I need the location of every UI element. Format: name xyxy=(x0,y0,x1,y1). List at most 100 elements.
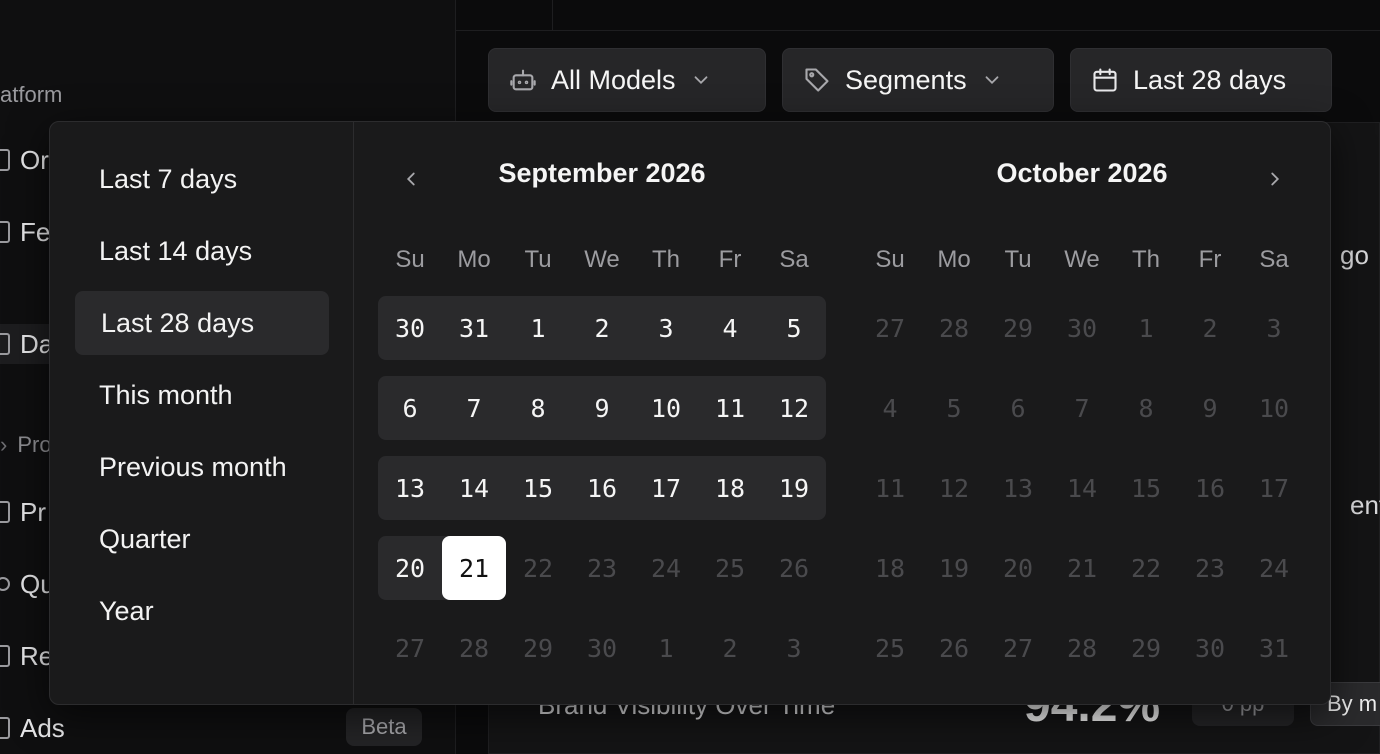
calendar-day[interactable]: 30 xyxy=(378,296,442,360)
calendar-day[interactable]: 19 xyxy=(762,456,826,520)
weekday-label: Th xyxy=(1131,246,1160,273)
calendar-day[interactable]: 28 xyxy=(1050,616,1114,680)
calendar-day[interactable]: 16 xyxy=(1178,456,1242,520)
calendar-day[interactable]: 1 xyxy=(506,296,570,360)
calendar-day[interactable]: 27 xyxy=(858,296,922,360)
calendar-day[interactable]: 5 xyxy=(922,376,986,440)
calendar-day[interactable]: 14 xyxy=(1050,456,1114,520)
sidebar-item-feed[interactable]: Fe xyxy=(0,212,50,252)
next-month-button[interactable] xyxy=(1260,164,1290,194)
calendar-day[interactable]: 12 xyxy=(922,456,986,520)
calendar-day[interactable]: 28 xyxy=(442,616,506,680)
calendar-day[interactable]: 5 xyxy=(762,296,826,360)
preset-year[interactable]: Year xyxy=(75,579,329,643)
calendar-day[interactable]: 31 xyxy=(1242,616,1306,680)
calendar-day[interactable]: 25 xyxy=(858,616,922,680)
calendar-day[interactable]: 7 xyxy=(442,376,506,440)
chevron-right-icon xyxy=(1271,172,1280,186)
calendar-day[interactable]: 22 xyxy=(1114,536,1178,600)
calendar-day[interactable]: 23 xyxy=(1178,536,1242,600)
calendar-day[interactable]: 2 xyxy=(1178,296,1242,360)
calendar-day[interactable]: 22 xyxy=(506,536,570,600)
calendar-day[interactable]: 15 xyxy=(1114,456,1178,520)
models-filter-button[interactable]: All Models xyxy=(488,48,766,112)
calendar-day[interactable]: 17 xyxy=(634,456,698,520)
calendar-day[interactable]: 24 xyxy=(1242,536,1306,600)
calendar-day[interactable]: 9 xyxy=(570,376,634,440)
preset-this-month[interactable]: This month xyxy=(75,363,329,427)
models-filter-label: All Models xyxy=(551,64,676,95)
chevron-right-icon: › xyxy=(0,432,8,457)
calendar-day[interactable]: 13 xyxy=(986,456,1050,520)
calendar-day[interactable]: 8 xyxy=(1114,376,1178,440)
preset-last-28-days[interactable]: Last 28 days xyxy=(75,291,329,355)
calendar-day[interactable]: 17 xyxy=(1242,456,1306,520)
calendar-day[interactable]: 29 xyxy=(1114,616,1178,680)
calendar-day[interactable]: 11 xyxy=(698,376,762,440)
calendar-day[interactable]: 30 xyxy=(570,616,634,680)
calendar-day[interactable]: 6 xyxy=(986,376,1050,440)
calendar-day[interactable]: 23 xyxy=(570,536,634,600)
sidebar-item-queries[interactable]: Qu xyxy=(0,564,55,604)
calendar-day[interactable]: 26 xyxy=(922,616,986,680)
calendar-day[interactable]: 9 xyxy=(1178,376,1242,440)
sidebar-item-reports[interactable]: Re xyxy=(0,636,53,676)
calendar-day[interactable]: 15 xyxy=(506,456,570,520)
calendar-day[interactable]: 11 xyxy=(858,456,922,520)
calendar-day[interactable]: 3 xyxy=(762,616,826,680)
calendar-day[interactable]: 6 xyxy=(378,376,442,440)
calendar-day[interactable]: 4 xyxy=(858,376,922,440)
calendar-day[interactable]: 13 xyxy=(378,456,442,520)
calendar-day[interactable]: 4 xyxy=(698,296,762,360)
calendar-day[interactable]: 20 xyxy=(378,536,442,600)
calendar-day[interactable]: 21 xyxy=(1050,536,1114,600)
segments-filter-button[interactable]: Segments xyxy=(782,48,1054,112)
calendar-day[interactable]: 19 xyxy=(922,536,986,600)
page-icon xyxy=(0,221,10,243)
calendar-day[interactable]: 3 xyxy=(1242,296,1306,360)
weekday-label: Mo xyxy=(937,246,971,273)
sidebar-sub-section[interactable]: › Pro xyxy=(0,432,52,458)
sidebar-item-prompts[interactable]: Pr xyxy=(0,492,46,532)
calendar-day[interactable]: 20 xyxy=(986,536,1050,600)
preset-last-7-days[interactable]: Last 7 days xyxy=(75,147,329,211)
calendar-day[interactable]: 1 xyxy=(634,616,698,680)
calendar-day[interactable]: 27 xyxy=(986,616,1050,680)
weekday-label: We xyxy=(1064,246,1100,273)
page-icon xyxy=(0,501,10,523)
calendar-day[interactable]: 28 xyxy=(922,296,986,360)
calendar-day[interactable]: 10 xyxy=(1242,376,1306,440)
sidebar-item-ads[interactable]: Ads xyxy=(0,708,65,748)
calendar-day[interactable]: 14 xyxy=(442,456,506,520)
dashboard-icon xyxy=(0,333,10,355)
calendar-day-today[interactable]: 21 xyxy=(442,536,506,600)
preset-last-14-days[interactable]: Last 14 days xyxy=(75,219,329,283)
calendar-day[interactable]: 7 xyxy=(1050,376,1114,440)
weekday-label: Su xyxy=(395,246,425,273)
calendar-day[interactable]: 29 xyxy=(986,296,1050,360)
calendar-day[interactable]: 18 xyxy=(698,456,762,520)
calendar-day[interactable]: 18 xyxy=(858,536,922,600)
calendar-day[interactable]: 2 xyxy=(570,296,634,360)
calendar-day[interactable]: 30 xyxy=(1050,296,1114,360)
calendar-day[interactable]: 8 xyxy=(506,376,570,440)
calendar-day[interactable]: 12 xyxy=(762,376,826,440)
calendar-day[interactable]: 16 xyxy=(570,456,634,520)
beta-badge: Beta xyxy=(346,708,422,746)
calendar-day[interactable]: 31 xyxy=(442,296,506,360)
page-icon xyxy=(0,645,10,667)
calendar-day[interactable]: 25 xyxy=(698,536,762,600)
date-range-button[interactable]: Last 28 days xyxy=(1070,48,1332,112)
calendar-day[interactable]: 30 xyxy=(1178,616,1242,680)
calendar-day[interactable]: 26 xyxy=(762,536,826,600)
calendar-day[interactable]: 24 xyxy=(634,536,698,600)
calendar-day[interactable]: 2 xyxy=(698,616,762,680)
calendar-day[interactable]: 27 xyxy=(378,616,442,680)
preset-previous-month[interactable]: Previous month xyxy=(75,435,329,499)
calendar-day[interactable]: 29 xyxy=(506,616,570,680)
calendar-day[interactable]: 10 xyxy=(634,376,698,440)
sidebar-item-overview[interactable]: Or xyxy=(0,140,49,180)
calendar-day[interactable]: 1 xyxy=(1114,296,1178,360)
calendar-day[interactable]: 3 xyxy=(634,296,698,360)
preset-quarter[interactable]: Quarter xyxy=(75,507,329,571)
